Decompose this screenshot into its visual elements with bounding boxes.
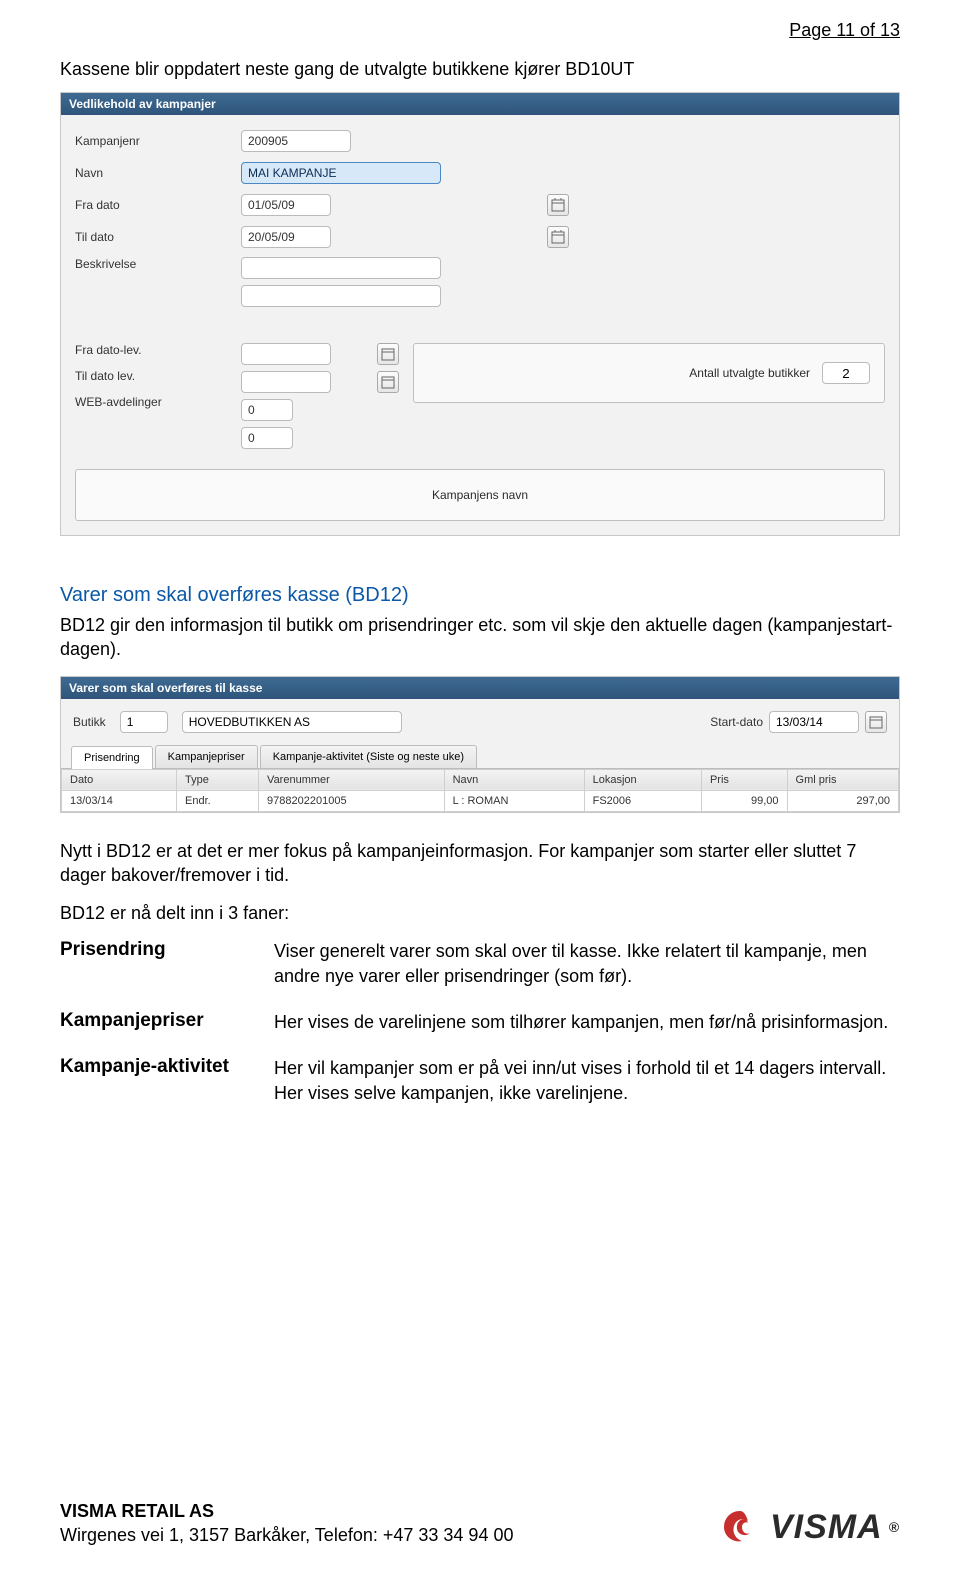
fradatolev-input[interactable] — [241, 343, 331, 365]
kampanje-form-panel: Vedlikehold av kampanjer Kampanjenr Navn… — [60, 92, 900, 536]
def-term-kampanjepriser: Kampanjepriser — [60, 1010, 260, 1034]
para-bd12-3: BD12 er nå delt inn i 3 faner: — [60, 901, 900, 925]
fradato-input[interactable] — [241, 194, 331, 216]
navn-label: Navn — [75, 166, 235, 180]
calendar-icon[interactable] — [865, 711, 887, 733]
col-varenummer[interactable]: Varenummer — [259, 769, 445, 790]
beskrivelse-input-1[interactable] — [241, 257, 441, 279]
antall-utvalgte-input[interactable] — [822, 362, 870, 384]
kampanjenr-input[interactable] — [241, 130, 351, 152]
beskrivelse-input-2[interactable] — [241, 285, 441, 307]
startdato-input[interactable] — [769, 711, 859, 733]
cell-lokasjon: FS2006 — [584, 790, 701, 811]
butikk-name-input[interactable] — [182, 711, 402, 733]
footer-company: VISMA RETAIL AS — [60, 1500, 513, 1523]
tab-prisendring[interactable]: Prisendring — [71, 746, 153, 769]
panel2-titlebar: Varer som skal overføres til kasse — [61, 677, 899, 699]
footer-address: Wirgenes vei 1, 3157 Barkåker, Telefon: … — [60, 1524, 513, 1547]
def-term-prisendring: Prisendring — [60, 939, 260, 988]
intro-text: Kassene blir oppdatert neste gang de utv… — [60, 59, 900, 80]
cell-dato: 13/03/14 — [62, 790, 177, 811]
tab-kampanje-aktivitet[interactable]: Kampanje-aktivitet (Siste og neste uke) — [260, 745, 477, 768]
cell-navn: L : ROMAN — [444, 790, 584, 811]
col-dato[interactable]: Dato — [62, 769, 177, 790]
beskrivelse-label: Beskrivelse — [75, 257, 235, 271]
calendar-icon[interactable] — [547, 194, 569, 216]
butikk-label: Butikk — [73, 715, 106, 729]
cell-pris: 99,00 — [701, 790, 787, 811]
col-type[interactable]: Type — [177, 769, 259, 790]
para-bd12-2: Nytt i BD12 er at det er mer fokus på ka… — [60, 839, 900, 888]
tabs: Prisendring Kampanjepriser Kampanje-akti… — [61, 745, 899, 769]
def-desc-kampanjepriser: Her vises de varelinjene som tilhører ka… — [274, 1010, 900, 1034]
webavd-input-2[interactable] — [241, 427, 293, 449]
col-navn[interactable]: Navn — [444, 769, 584, 790]
kampanjens-navn-label: Kampanjens navn — [432, 488, 528, 502]
panel-titlebar: Vedlikehold av kampanjer — [61, 93, 899, 115]
swirl-icon — [720, 1507, 760, 1547]
tab-kampanjepriser[interactable]: Kampanjepriser — [155, 745, 258, 768]
tildato-input[interactable] — [241, 226, 331, 248]
calendar-icon[interactable] — [377, 343, 399, 365]
prisendring-table: Dato Type Varenummer Navn Lokasjon Pris … — [61, 769, 899, 812]
col-pris[interactable]: Pris — [701, 769, 787, 790]
webavd-input-1[interactable] — [241, 399, 293, 421]
cell-type: Endr. — [177, 790, 259, 811]
overfores-kasse-panel: Varer som skal overføres til kasse Butik… — [60, 676, 900, 813]
table-row[interactable]: 13/03/14 Endr. 9788202201005 L : ROMAN F… — [62, 790, 899, 811]
logo: VISMA® — [720, 1507, 900, 1547]
def-desc-prisendring: Viser generelt varer som skal over til k… — [274, 939, 900, 988]
col-gmlpris[interactable]: Gml pris — [787, 769, 898, 790]
cell-varenummer: 9788202201005 — [259, 790, 445, 811]
calendar-icon[interactable] — [377, 371, 399, 393]
butikk-id-input[interactable] — [120, 711, 168, 733]
col-lokasjon[interactable]: Lokasjon — [584, 769, 701, 790]
page-number: Page 11 of 13 — [60, 20, 900, 41]
fradato-label: Fra dato — [75, 198, 235, 212]
para-bd12-1: BD12 gir den informasjon til butikk om p… — [60, 613, 900, 662]
kampanjens-navn-box: Kampanjens navn — [75, 469, 885, 521]
page-footer: VISMA RETAIL AS Wirgenes vei 1, 3157 Bar… — [60, 1500, 900, 1547]
navn-input[interactable] — [241, 162, 441, 184]
tildato-label: Til dato — [75, 230, 235, 244]
def-term-kampanje-aktivitet: Kampanje-aktivitet — [60, 1056, 260, 1105]
webavd-label: WEB-avdelinger — [75, 395, 235, 409]
antall-utvalgte-label: Antall utvalgte butikker — [689, 366, 810, 380]
visma-wordmark: VISMA® — [770, 1508, 900, 1547]
antall-utvalgte-box: Antall utvalgte butikker — [413, 343, 885, 403]
cell-gmlpris: 297,00 — [787, 790, 898, 811]
calendar-icon[interactable] — [547, 226, 569, 248]
fradatolev-label: Fra dato-lev. — [75, 343, 235, 357]
startdato-label: Start-dato — [710, 715, 763, 729]
tildatolev-label: Til dato lev. — [75, 369, 235, 383]
def-desc-kampanje-aktivitet: Her vil kampanjer som er på vei inn/ut v… — [274, 1056, 900, 1105]
tildatolev-input[interactable] — [241, 371, 331, 393]
section-heading-bd12[interactable]: Varer som skal overføres kasse (BD12) — [60, 584, 900, 607]
kampanjenr-label: Kampanjenr — [75, 134, 235, 148]
